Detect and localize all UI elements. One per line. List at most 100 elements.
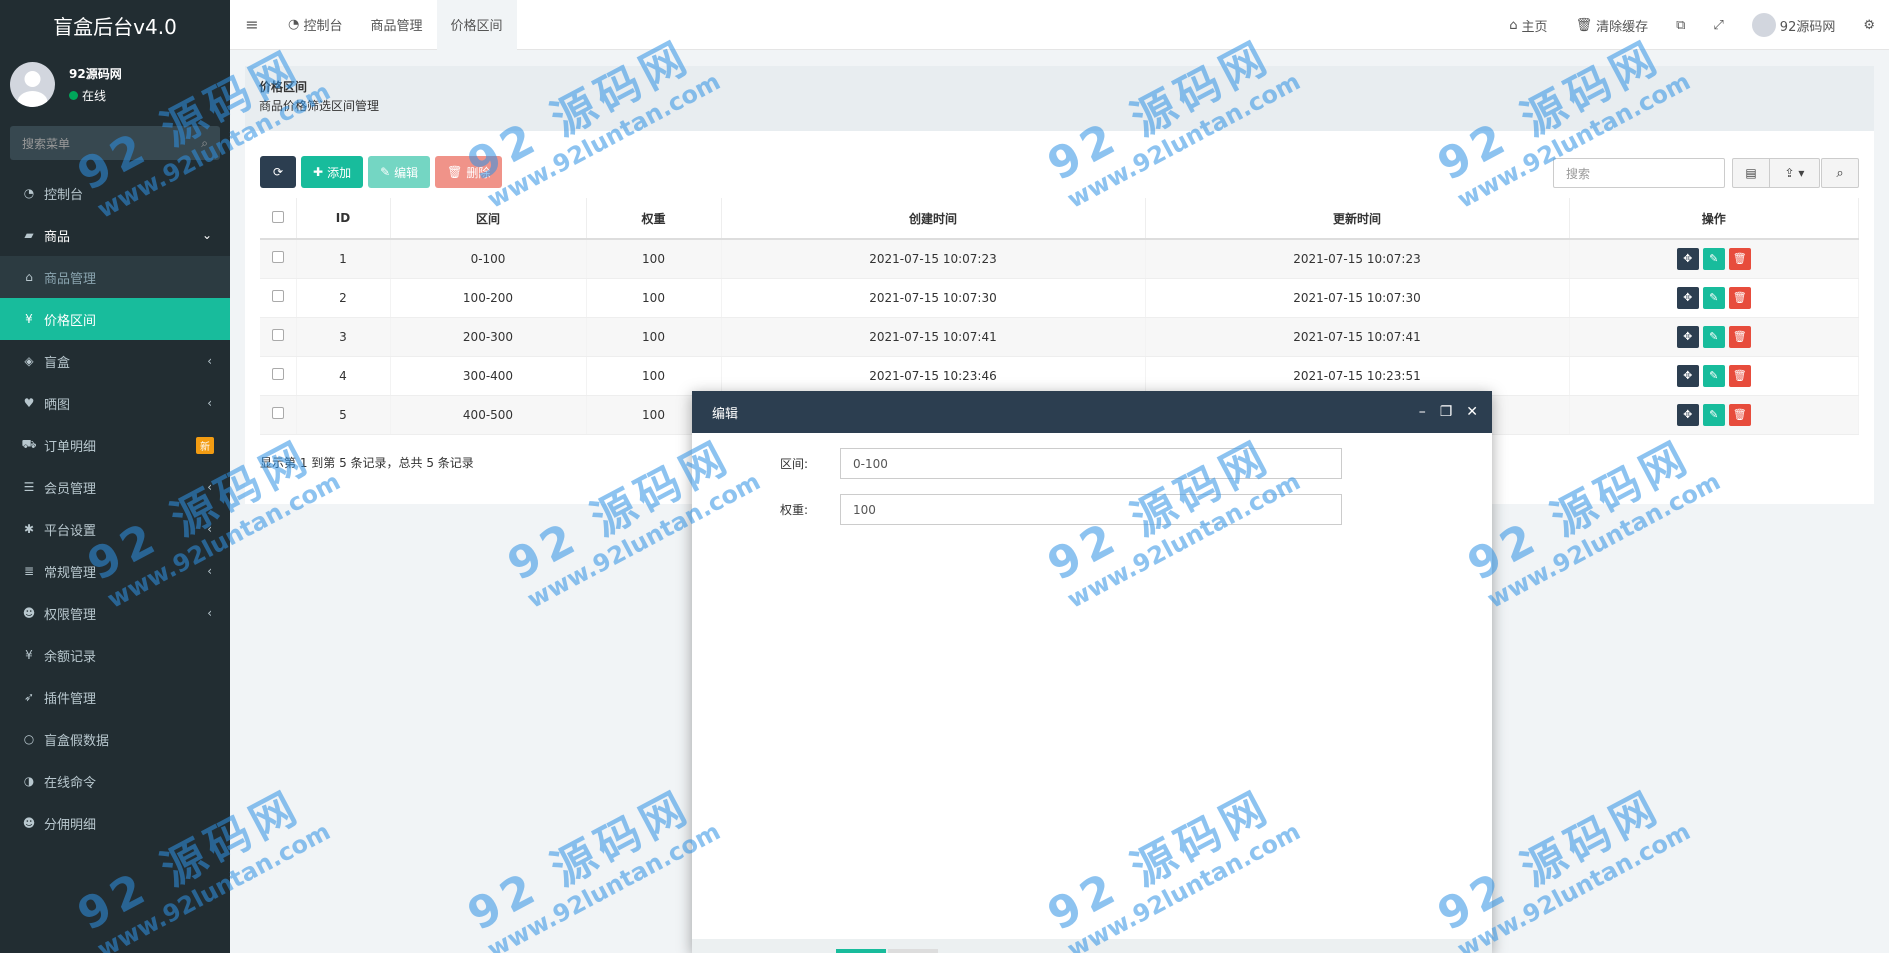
heart-icon: ♥	[23, 396, 35, 410]
cell-id: 4	[296, 356, 391, 396]
delete-icon[interactable]: 🗑	[1728, 364, 1751, 387]
sidebar-item-plugins[interactable]: ➶ 插件管理	[0, 676, 230, 718]
checkbox[interactable]	[271, 368, 284, 380]
language-icon[interactable]: ⧉	[1662, 18, 1699, 33]
range-input[interactable]: 0-100	[840, 448, 1342, 479]
table-row[interactable]: 1 0-100 100 2021-07-15 10:07:23 2021-07-…	[260, 239, 1859, 279]
yen-icon: ¥	[25, 312, 33, 326]
drag-icon[interactable]: ✥	[1676, 364, 1699, 387]
sidebar-item-label: 控制台	[44, 187, 84, 203]
sidebar-item-platform[interactable]: ✱ 平台设置 ‹	[0, 508, 230, 550]
sidebar-item-blindbox[interactable]: ◈ 盲盒 ‹	[0, 340, 230, 382]
sidebar-item-command[interactable]: ◑ 在线命令	[0, 760, 230, 802]
weight-input[interactable]: 100	[840, 494, 1342, 525]
edit-icon[interactable]: ✎	[1702, 403, 1725, 426]
row-checkbox-cell[interactable]	[260, 395, 297, 435]
delete-icon[interactable]: 🗑	[1728, 325, 1751, 348]
checkbox[interactable]	[271, 407, 284, 419]
cell-range: 400-500	[390, 395, 587, 435]
user-status: 在线	[69, 87, 122, 104]
edit-icon[interactable]: ✎	[1702, 364, 1725, 387]
home-label: 主页	[1521, 19, 1548, 35]
minimize-icon[interactable]: –	[1419, 404, 1426, 420]
table-row[interactable]: 4 300-400 100 2021-07-15 10:23:46 2021-0…	[260, 356, 1859, 396]
row-checkbox-cell[interactable]	[260, 356, 297, 396]
delete-icon[interactable]: 🗑	[1728, 403, 1751, 426]
add-button[interactable]: ✚ 添加	[301, 156, 364, 188]
drag-icon[interactable]: ✥	[1676, 247, 1699, 270]
checkbox[interactable]	[271, 329, 284, 341]
search-icon[interactable]: ⌕	[201, 136, 208, 151]
sidebar-item-photos[interactable]: ♥ 晒图 ‹	[0, 382, 230, 424]
delete-icon[interactable]: 🗑	[1728, 247, 1751, 270]
tab-price-range[interactable]: 价格区间	[436, 0, 517, 50]
columns-icon[interactable]: ▤	[1732, 158, 1770, 188]
sidebar-item-general[interactable]: ≣ 常规管理 ‹	[0, 550, 230, 592]
users-icon: ☻	[22, 816, 36, 830]
table-row[interactable]: 2 100-200 100 2021-07-15 10:07:30 2021-0…	[260, 278, 1859, 318]
clear-cache-button[interactable]: 🗑 清除缓存	[1562, 16, 1663, 35]
plus-icon: ✚	[313, 165, 324, 179]
cell-updated: 2021-07-15 10:23:51	[1145, 356, 1570, 396]
row-checkbox-cell[interactable]	[260, 278, 297, 318]
sidebar-item-label: 会员管理	[44, 481, 97, 497]
checkbox[interactable]	[271, 210, 284, 223]
menu-toggle-icon[interactable]: ≡	[230, 15, 274, 34]
table-search-input[interactable]: 搜索	[1553, 158, 1725, 188]
maximize-icon[interactable]: ❐	[1440, 404, 1453, 420]
cell-range: 0-100	[390, 239, 587, 279]
close-icon[interactable]: ✕	[1466, 404, 1478, 420]
table-tools: ▤ ⇪ ▾	[1732, 158, 1820, 188]
online-dot-icon	[69, 90, 78, 100]
search-toggle-button[interactable]: ⌕	[1821, 158, 1859, 188]
drag-icon[interactable]: ✥	[1676, 286, 1699, 309]
edit-icon[interactable]: ✎	[1702, 286, 1725, 309]
settings-icon[interactable]: ⚙	[1849, 18, 1889, 33]
user-menu[interactable]: 92源码网	[1738, 13, 1850, 37]
sidebar-item-orders[interactable]: ⛟ 订单明细 新	[0, 424, 230, 466]
col-updated[interactable]: 更新时间	[1145, 198, 1570, 240]
refresh-button[interactable]: ⟳	[260, 156, 296, 188]
home-link[interactable]: ⌂ 主页	[1495, 16, 1561, 35]
tab-dashboard[interactable]: ◔ 控制台	[274, 0, 357, 50]
sidebar-item-commission[interactable]: ☻ 分佣明细	[0, 802, 230, 844]
table-row[interactable]: 3 200-300 100 2021-07-15 10:07:41 2021-0…	[260, 317, 1859, 357]
col-weight[interactable]: 权重	[586, 198, 722, 240]
checkbox[interactable]	[271, 251, 284, 264]
select-all-checkbox[interactable]	[260, 198, 297, 240]
confirm-button[interactable]	[836, 949, 886, 953]
drag-icon[interactable]: ✥	[1676, 403, 1699, 426]
delete-icon[interactable]: 🗑	[1728, 286, 1751, 309]
modal-header[interactable]: 编辑 – ❐ ✕	[692, 391, 1492, 433]
sidebar-item-dashboard[interactable]: ◔ 控制台	[0, 172, 230, 214]
drag-icon[interactable]: ✥	[1676, 325, 1699, 348]
sidebar-item-fake-data[interactable]: ○ 盲盒假数据	[0, 718, 230, 760]
edit-icon[interactable]: ✎	[1702, 325, 1725, 348]
edit-button[interactable]: ✎ 编辑	[368, 156, 431, 188]
reset-button[interactable]	[888, 949, 938, 953]
sidebar-item-goods[interactable]: ▰ 商品 ⌄	[0, 214, 230, 256]
sidebar-item-members[interactable]: ☰ 会员管理 ‹	[0, 466, 230, 508]
sidebar-search-input[interactable]: 搜索菜单 ⌕	[10, 126, 220, 160]
sidebar-item-auth[interactable]: ☻ 权限管理 ‹	[0, 592, 230, 634]
row-checkbox-cell[interactable]	[260, 239, 297, 279]
chevron-left-icon: ‹	[207, 396, 212, 410]
edit-icon[interactable]: ✎	[1702, 247, 1725, 270]
col-created[interactable]: 创建时间	[721, 198, 1146, 240]
app-logo[interactable]: 盲盒后台v4.0	[0, 0, 230, 50]
checkbox[interactable]	[271, 290, 284, 302]
sidebar-item-price-range[interactable]: ¥ 价格区间	[0, 298, 230, 340]
sidebar-item-goods-manage[interactable]: ⌂ 商品管理	[0, 256, 230, 298]
col-id[interactable]: ID	[296, 198, 391, 240]
export-icon[interactable]: ⇪ ▾	[1770, 158, 1820, 188]
col-range[interactable]: 区间	[390, 198, 587, 240]
avatar	[1751, 13, 1776, 37]
sidebar-search-placeholder: 搜索菜单	[22, 136, 71, 151]
delete-button[interactable]: 🗑 删除	[435, 156, 503, 188]
modal-title: 编辑	[712, 406, 739, 422]
row-checkbox-cell[interactable]	[260, 317, 297, 357]
sidebar-item-balance[interactable]: ¥ 余额记录	[0, 634, 230, 676]
tab-goods-manage[interactable]: 商品管理	[357, 0, 437, 50]
fullscreen-icon[interactable]: ⤢	[1699, 18, 1737, 33]
sidebar-item-label: 平台设置	[44, 523, 97, 539]
